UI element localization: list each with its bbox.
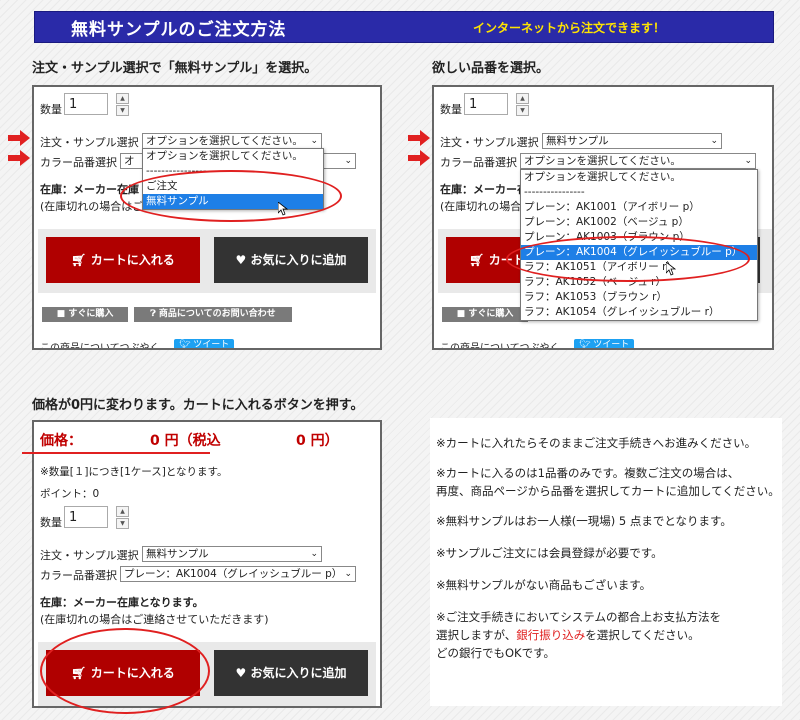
question-icon: ❓︎ xyxy=(150,309,159,319)
banner-subtitle: インターネットから注文できます！ xyxy=(472,21,665,35)
chevron-down-icon: ⌄ xyxy=(310,549,318,559)
twitter-icon: 🐦︎ xyxy=(579,340,594,350)
tweet-button[interactable]: 🐦︎ ツイート xyxy=(574,339,635,350)
color-select-label: カラー品番選択 xyxy=(440,156,517,169)
note-5: ※無料サンプルがない商品もございます。 xyxy=(436,578,652,592)
order-select[interactable]: 無料サンプル ⌄ xyxy=(542,133,722,149)
stock-label: 在庫：メーカー在庫となります。 xyxy=(40,596,204,609)
note-1: ※カートに入れたらそのままご注文手続きへお進みください。 xyxy=(436,436,757,450)
color-select-label: カラー品番選択 xyxy=(40,156,117,169)
note-6a: ※ご注文手続きにおいてシステムの都合上お支払方法を xyxy=(436,610,721,624)
note-3: ※無料サンプルはお一人様(一現場) 5 点までとなります。 xyxy=(436,514,732,528)
chevron-down-icon: ⌄ xyxy=(310,136,318,146)
cart-icon: 🛒︎ xyxy=(469,253,489,267)
note-2b: 再度、商品ページから品番を選択してカートに追加してください。 xyxy=(436,484,780,498)
qty-input[interactable]: 1 xyxy=(64,93,108,115)
order-select-label: 注文・サンプル選択 xyxy=(440,136,539,149)
order-select-label: 注文・サンプル選択 xyxy=(40,549,139,562)
banner: 無料サンプルのご注文方法 インターネットから注文できます！ xyxy=(34,11,774,43)
dropdown-option[interactable]: プレーン：AK1001（アイボリー p） xyxy=(521,200,757,215)
banner-title: 無料サンプルのご注文方法 xyxy=(71,20,287,40)
per-case-note: ※数量[１]につき[1ケース]となります。 xyxy=(40,466,228,478)
qty-label: 数量 xyxy=(40,103,62,116)
dropdown-option[interactable]: オプションを選択してください。 xyxy=(143,149,323,164)
qty-label: 数量 xyxy=(440,103,462,116)
order-select-label: 注文・サンプル選択 xyxy=(40,136,139,149)
order-select[interactable]: 無料サンプル ⌄ xyxy=(142,546,322,562)
dropdown-separator: ---------------- xyxy=(524,186,585,198)
qty-up-icon[interactable]: ▲ xyxy=(116,506,129,517)
qty-down-icon[interactable]: ▼ xyxy=(516,105,529,116)
price-value-tax: 0 円） xyxy=(296,433,339,449)
red-arrow-icon xyxy=(408,130,430,146)
note-6c: どの銀行でもOKです。 xyxy=(436,646,555,660)
bag-icon: ■ xyxy=(56,309,69,319)
red-arrow-icon xyxy=(8,150,30,166)
note-6b: 選択しますが、銀行振り込みを選択してください。 xyxy=(436,628,700,642)
color-select[interactable]: プレーン：AK1004（グレイッシュブルー p） ⌄ xyxy=(120,566,356,582)
note-2a: ※カートに入るのは1品番のみです。複数ご注文の場合は、 xyxy=(436,466,740,480)
step3-caption: 価格が0円に変わります。カートに入れるボタンを押す。 xyxy=(32,398,364,413)
chevron-down-icon: ⌄ xyxy=(344,569,352,579)
tweet-button[interactable]: 🐦︎ ツイート xyxy=(174,339,235,350)
order-select[interactable]: オプションを選択してください。 ⌄ xyxy=(142,133,322,149)
qty-label: 数量 xyxy=(40,516,62,529)
dropdown-option[interactable]: ラフ：AK1054（グレイッシュブルー r） xyxy=(521,305,757,320)
bank-transfer-text: 銀行振り込み xyxy=(516,628,586,642)
points: ポイント：0 xyxy=(40,488,100,500)
chevron-down-icon: ⌄ xyxy=(710,136,718,146)
dropdown-option[interactable]: オプションを選択してください。 xyxy=(521,170,757,185)
chevron-down-icon: ⌄ xyxy=(344,156,352,166)
note-4: ※サンプルご注文には会員登録が必要です。 xyxy=(436,546,663,560)
inquiry-button[interactable]: ❓︎ 商品についてのお問い合わせ xyxy=(134,307,292,322)
step1-caption: 注文・サンプル選択で「無料サンプル」を選択。 xyxy=(32,61,318,76)
buy-now-button[interactable]: ■ すぐに購入 xyxy=(42,307,128,322)
chevron-down-icon: ⌄ xyxy=(744,156,752,166)
mouse-cursor-icon xyxy=(278,202,288,216)
favorite-button[interactable]: ♥ お気に入りに追加 xyxy=(214,237,368,283)
tweet-text: この商品についてつぶやく xyxy=(440,343,560,350)
dropdown-option[interactable]: プレーン：AK1002（ベージュ p） xyxy=(521,215,757,230)
highlight-ring xyxy=(506,236,750,282)
bag-icon: ■ xyxy=(456,309,469,319)
color-select[interactable]: オプションを選択してください。 ⌄ xyxy=(520,153,756,169)
red-arrow-icon xyxy=(8,130,30,146)
qty-down-icon[interactable]: ▼ xyxy=(116,518,129,529)
qty-down-icon[interactable]: ▼ xyxy=(116,105,129,116)
highlight-ring xyxy=(40,628,210,714)
step2-caption: 欲しい品番を選択。 xyxy=(432,61,550,76)
favorite-button[interactable]: ♥ お気に入りに追加 xyxy=(214,650,368,696)
cart-button[interactable]: 🛒︎ カートに入れる xyxy=(46,237,200,283)
heart-icon: ♥ xyxy=(235,253,251,267)
underline-annotation xyxy=(22,452,210,454)
twitter-icon: 🐦︎ xyxy=(179,340,194,350)
qty-input[interactable]: 1 xyxy=(464,93,508,115)
highlight-ring xyxy=(120,170,342,222)
heart-icon: ♥ xyxy=(235,666,251,680)
panel-step2: 数量 1 ▲ ▼ 注文・サンプル選択 無料サンプル ⌄ カラー品番選択 オプション… xyxy=(432,85,774,350)
red-arrow-icon xyxy=(408,150,430,166)
dropdown-option[interactable]: ラフ：AK1053（ブラウン r） xyxy=(521,290,757,305)
qty-up-icon[interactable]: ▲ xyxy=(516,93,529,104)
price-value: 0 円（税込 xyxy=(150,433,221,449)
cart-icon: 🛒︎ xyxy=(71,253,91,267)
tweet-text: この商品についてつぶやく xyxy=(40,343,160,350)
notes-panel: ※カートに入れたらそのままご注文手続きへお進みください。 ※カートに入るのは1品… xyxy=(430,418,782,706)
buy-now-button[interactable]: ■ すぐに購入 xyxy=(442,307,528,322)
mouse-cursor-icon xyxy=(666,262,676,276)
qty-input[interactable]: 1 xyxy=(64,506,108,528)
qty-up-icon[interactable]: ▲ xyxy=(116,93,129,104)
stock-note: (在庫切れの場合はご連絡させていただきます) xyxy=(40,613,269,626)
color-select-label: カラー品番選択 xyxy=(40,569,117,582)
price-label: 価格： xyxy=(40,433,82,449)
